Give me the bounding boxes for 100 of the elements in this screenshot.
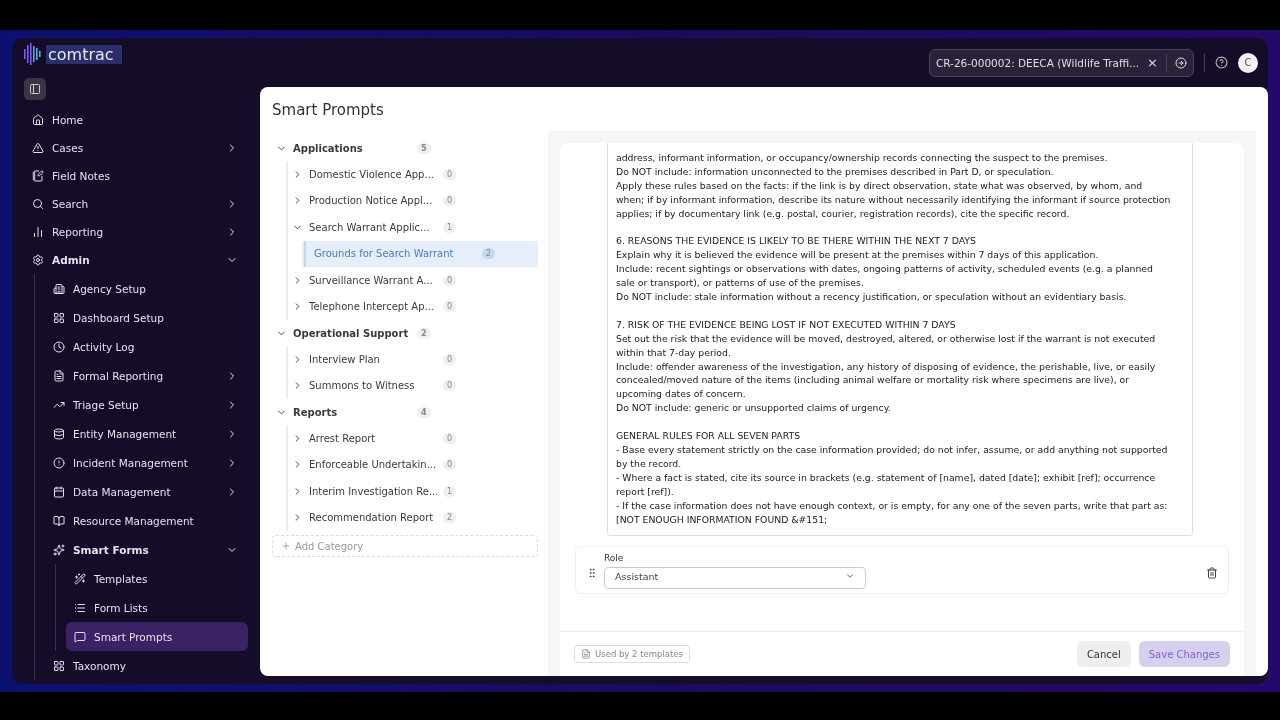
count-badge: 1 — [443, 485, 457, 497]
count-badge: 0 — [443, 195, 457, 207]
nav-item[interactable]: Data Management — [45, 477, 248, 506]
prompt-line: Do NOT include: stale information without a recency justification, or speculation without an evidentiary basis. — [616, 290, 1128, 304]
search-icon — [32, 198, 44, 210]
warning-icon — [32, 142, 44, 154]
nav-item[interactable]: Field Notes — [24, 162, 248, 190]
role-select[interactable]: Assistant — [604, 567, 866, 589]
count-badge: 0 — [443, 353, 457, 365]
count-badge: 2 — [443, 512, 457, 524]
nav-item[interactable]: Smart Prompts — [66, 622, 248, 651]
tree-item[interactable]: Operational Support 2 — [272, 320, 538, 346]
notebook-icon — [32, 170, 44, 182]
tree-item[interactable]: Production Notice Appl... 0 — [288, 187, 538, 214]
nav-item[interactable]: Resource Management — [45, 506, 248, 535]
count-badge: 0 — [443, 459, 457, 471]
prompt-line: Do NOT include: generic or unsupported claims of urgency. — [616, 401, 892, 416]
nav-item[interactable]: Cases — [24, 134, 248, 162]
count-badge: 0 — [443, 168, 457, 180]
document-icon — [53, 369, 65, 382]
nav-item[interactable]: Activity Log — [45, 332, 248, 361]
prompt-line: GENERAL RULES FOR ALL SEVEN PARTS — [616, 429, 802, 443]
nav-item[interactable]: Smart Forms — [45, 535, 248, 564]
tree-item[interactable]: Search Warrant Applic... 1 — [288, 214, 538, 241]
page-title: Smart Prompts — [272, 101, 385, 119]
nav-item[interactable]: Templates — [66, 564, 248, 593]
prompt-line: concealed/moved nature of the items (including animal welfare or mortality risk where specimens are live), or — [616, 373, 1131, 388]
document-icon — [581, 649, 591, 659]
nav-item[interactable]: Agency Setup — [45, 274, 248, 303]
count-badge: 2 — [417, 327, 431, 339]
case-tab[interactable]: CR-26-000002: DEECA (Wildlife Traffi... × — [928, 48, 1194, 77]
prompt-line: address, informant information, or occupancy/ownership records connecting the suspect to the premises. — [616, 151, 1109, 165]
prompt-line: [NOT ENOUGH INFORMATION FOUND &#151; — [616, 512, 829, 527]
chevron-down-icon — [845, 571, 855, 581]
count-badge: 1 — [443, 221, 457, 233]
delete-icon[interactable] — [1206, 567, 1218, 579]
close-button[interactable]: × — [1147, 55, 1158, 70]
message-icon — [74, 630, 86, 643]
tree-item[interactable]: Recommendation Report 2 — [288, 504, 538, 531]
tree-item[interactable]: Interview Plan 0 — [288, 346, 538, 373]
book-icon — [53, 514, 65, 527]
prompt-line: by the record. — [616, 456, 683, 471]
prompt-text-area[interactable] — [607, 143, 1193, 536]
cancel-button[interactable]: Cancel — [1076, 641, 1131, 667]
nav-item[interactable]: Form Lists — [66, 593, 248, 622]
drag-handle-icon[interactable] — [586, 567, 598, 579]
role-label: Role — [604, 553, 625, 563]
count-badge: 5 — [417, 142, 431, 154]
prompt-line: - Where a fact is stated, cite its source in brackets (e.g. statement of [name], dated [date]; exhibit [ref]; occurrence — [616, 470, 1157, 485]
count-badge: 0 — [443, 432, 457, 444]
alert-icon — [53, 456, 65, 469]
tree-item[interactable]: Telephone Intercept Ap... 0 — [288, 293, 538, 320]
tree-item[interactable]: Surveillance Warrant A... 0 — [288, 267, 538, 294]
wand-icon — [74, 572, 86, 585]
user-avatar[interactable]: C — [1238, 52, 1258, 73]
tree-item[interactable]: Reports 4 — [272, 399, 538, 425]
sparkles-icon — [53, 543, 65, 556]
tree-item[interactable]: Grounds for Search Warrant 2 — [304, 240, 538, 267]
grid-icon — [53, 659, 65, 672]
nav-item[interactable]: Entity Management — [45, 419, 248, 448]
count-badge: 2 — [482, 248, 496, 260]
prompt-line: - If the case information does not have enough context, or is empty, for any one of the seven parts, write that part as: — [616, 498, 1169, 513]
prompt-line: sale or transport), or patterns of use of the premises. — [616, 276, 865, 291]
tree-item[interactable]: Applications 5 — [272, 135, 538, 161]
prompt-line: report [ref]). — [616, 484, 675, 499]
tree-item[interactable]: Domestic Violence App... 0 — [288, 161, 538, 188]
nav-item[interactable]: Incident Management — [45, 448, 248, 477]
case-title: CR-26-000002: DEECA (Wildlife Traffi... — [935, 56, 1140, 69]
nav-item[interactable]: Dashboard Setup — [45, 303, 248, 332]
nav-item[interactable]: Admin — [24, 246, 248, 274]
nav-item[interactable]: Taxonomy — [45, 651, 248, 680]
open-icon[interactable] — [1175, 56, 1187, 69]
nav-item[interactable]: Triage Setup — [45, 390, 248, 419]
prompt-line: Apply these rules based on the facts: if the link is by direct observation, state what was observed, by whom, and — [616, 178, 1144, 193]
nav-item[interactable]: Formal Reporting — [45, 361, 248, 390]
tree-item[interactable]: Enforceable Undertakin... 0 — [288, 451, 538, 478]
tree-item[interactable]: Arrest Report 0 — [288, 425, 538, 452]
nav-item[interactable]: Reporting — [24, 218, 248, 246]
tree-item[interactable]: Summons to Witness 0 — [288, 372, 538, 399]
plus-icon — [281, 541, 291, 551]
prompt-line: when; if by informant information, describe its nature without necessarily identifying the informant if source protection — [616, 192, 1172, 207]
count-badge: 0 — [443, 274, 457, 286]
panel-icon — [29, 83, 41, 95]
prompt-line: Set out the risk that the evidence will be moved, destroyed, altered, or otherwise lost if the warrant is not executed — [616, 331, 1157, 346]
tree-item[interactable]: Interim Investigation Re... 1 — [288, 478, 538, 505]
database-icon — [53, 427, 65, 440]
settings-icon — [32, 254, 44, 266]
building-icon — [53, 282, 65, 295]
nav-item[interactable]: Search — [24, 190, 248, 218]
nav-item[interactable]: Home — [24, 106, 248, 134]
home-icon — [32, 114, 44, 126]
prompt-line: 7. RISK OF THE EVIDENCE BEING LOST IF NOT EXECUTED WITHIN 7 DAYS — [616, 317, 957, 332]
usage-button[interactable]: Used by 2 templates — [574, 645, 690, 663]
count-badge: 0 — [443, 301, 457, 313]
list-icon — [74, 601, 86, 614]
app-logo: comtrac — [46, 44, 122, 64]
sidebar-toggle-button[interactable] — [24, 78, 46, 100]
calendar-icon — [53, 485, 65, 498]
help-icon[interactable] — [1215, 56, 1228, 69]
prompt-line: - Base every statement strictly on the case information provided; do not infer, assume, or add anything not supported — [616, 443, 1169, 457]
